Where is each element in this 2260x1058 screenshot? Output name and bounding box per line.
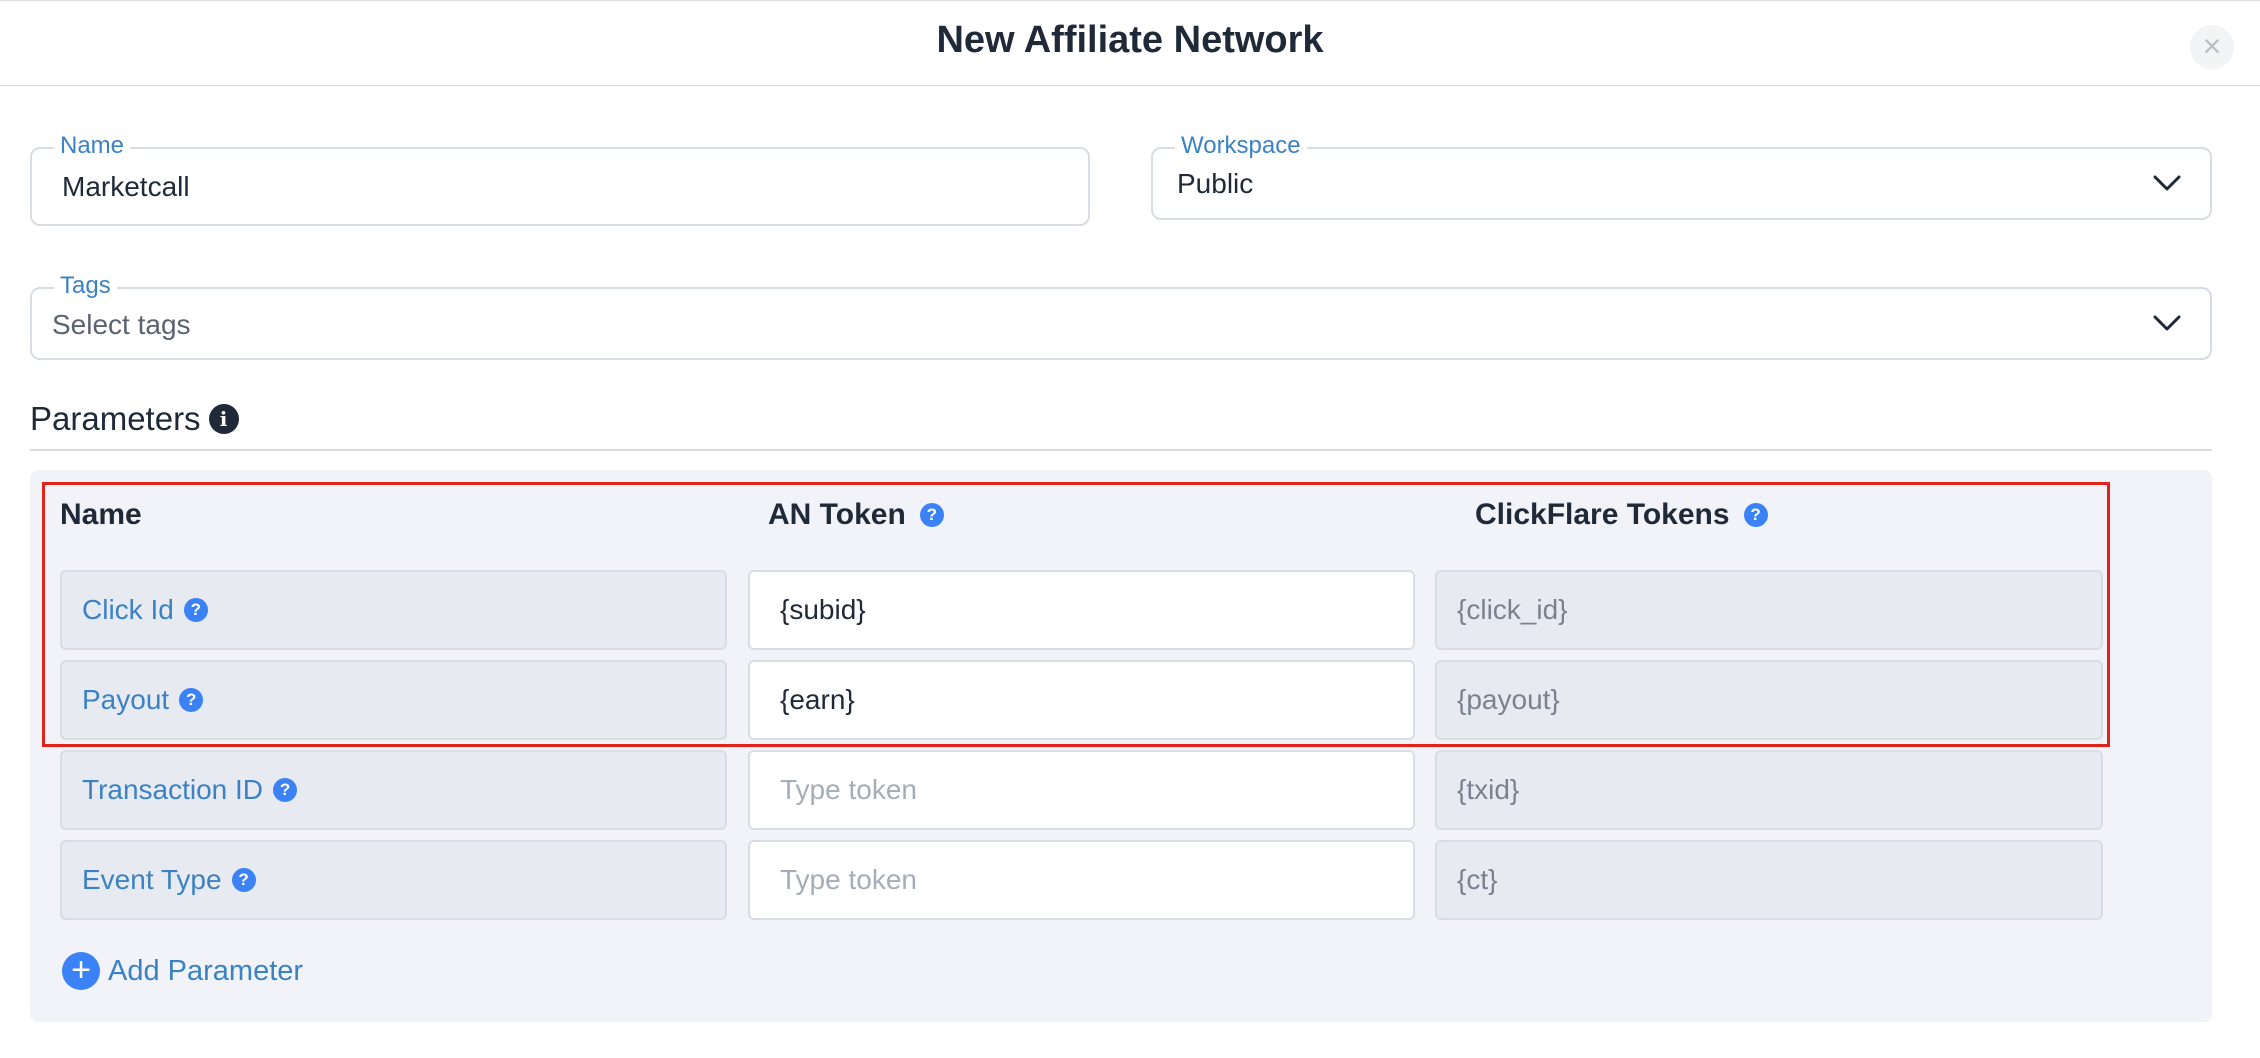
info-icon[interactable]: i bbox=[208, 404, 239, 434]
tags-select-placeholder: Select tags bbox=[52, 309, 191, 340]
name-field-value: Marketcall bbox=[62, 171, 190, 202]
param-name-payout: Payout ? bbox=[60, 660, 727, 740]
clickflare-token-value: {payout} bbox=[1457, 684, 1560, 715]
an-token-input-click-id[interactable]: {subid} bbox=[748, 570, 1415, 650]
an-token-input-transaction-id[interactable]: Type token bbox=[748, 750, 1415, 830]
param-name-label: Transaction ID bbox=[82, 774, 264, 805]
an-token-placeholder: Type token bbox=[780, 774, 917, 805]
an-token-input-event-type[interactable]: Type token bbox=[748, 840, 1415, 920]
column-header-clickflare-tokens-label: ClickFlare Tokens bbox=[1475, 498, 1730, 531]
param-name-label: Click Id bbox=[82, 594, 174, 625]
modal-title: New Affiliate Network bbox=[936, 19, 1324, 61]
column-header-an-token: AN Token ? bbox=[768, 498, 944, 532]
param-name-label: Event Type bbox=[82, 864, 222, 895]
name-field[interactable]: Name Marketcall bbox=[30, 132, 1090, 226]
tags-select-label: Tags bbox=[54, 272, 117, 300]
plus-circle-icon: + bbox=[62, 952, 100, 990]
name-field-label: Name bbox=[54, 132, 131, 160]
chevron-down-icon bbox=[2153, 175, 2181, 191]
param-name-event-type: Event Type ? bbox=[60, 840, 727, 920]
param-name-click-id: Click Id ? bbox=[60, 570, 727, 650]
modal-header: New Affiliate Network × bbox=[0, 0, 2260, 86]
column-header-an-token-label: AN Token bbox=[768, 498, 906, 531]
an-token-value: {subid} bbox=[780, 594, 866, 625]
workspace-select[interactable]: Workspace Public bbox=[1151, 132, 2212, 220]
an-token-placeholder: Type token bbox=[780, 864, 917, 895]
clickflare-token-transaction-id: {txid} bbox=[1435, 750, 2103, 830]
parameters-title: Parameters i bbox=[30, 400, 239, 438]
clickflare-token-click-id: {click_id} bbox=[1435, 570, 2103, 650]
help-icon[interactable]: ? bbox=[179, 688, 204, 712]
help-icon[interactable]: ? bbox=[231, 868, 256, 892]
chevron-down-icon bbox=[2153, 315, 2181, 331]
workspace-select-label: Workspace bbox=[1175, 132, 1307, 160]
an-token-value: {earn} bbox=[780, 684, 855, 715]
param-name-transaction-id: Transaction ID ? bbox=[60, 750, 727, 830]
tags-select[interactable]: Tags Select tags bbox=[30, 272, 2212, 360]
add-parameter-button[interactable]: + Add Parameter bbox=[62, 952, 303, 990]
close-icon: × bbox=[2202, 28, 2222, 64]
help-icon[interactable]: ? bbox=[183, 598, 208, 622]
an-token-input-payout[interactable]: {earn} bbox=[748, 660, 1415, 740]
clickflare-token-value: {txid} bbox=[1457, 774, 1520, 805]
close-button[interactable]: × bbox=[2190, 25, 2234, 69]
clickflare-token-payout: {payout} bbox=[1435, 660, 2103, 740]
column-header-clickflare-tokens: ClickFlare Tokens ? bbox=[1475, 498, 1768, 532]
add-parameter-label: Add Parameter bbox=[108, 954, 304, 987]
parameters-title-text: Parameters bbox=[30, 400, 201, 437]
clickflare-token-value: {ct} bbox=[1457, 864, 1498, 895]
parameters-panel bbox=[30, 470, 2212, 1022]
help-icon[interactable]: ? bbox=[1743, 503, 1768, 527]
column-header-name-label: Name bbox=[60, 498, 142, 531]
workspace-select-value: Public bbox=[1177, 168, 1254, 199]
help-icon[interactable]: ? bbox=[273, 778, 298, 802]
section-divider bbox=[30, 449, 2212, 451]
clickflare-token-event-type: {ct} bbox=[1435, 840, 2103, 920]
clickflare-token-value: {click_id} bbox=[1457, 594, 1568, 625]
param-name-label: Payout bbox=[82, 684, 170, 715]
help-icon[interactable]: ? bbox=[919, 503, 944, 527]
column-header-name: Name bbox=[60, 498, 142, 532]
